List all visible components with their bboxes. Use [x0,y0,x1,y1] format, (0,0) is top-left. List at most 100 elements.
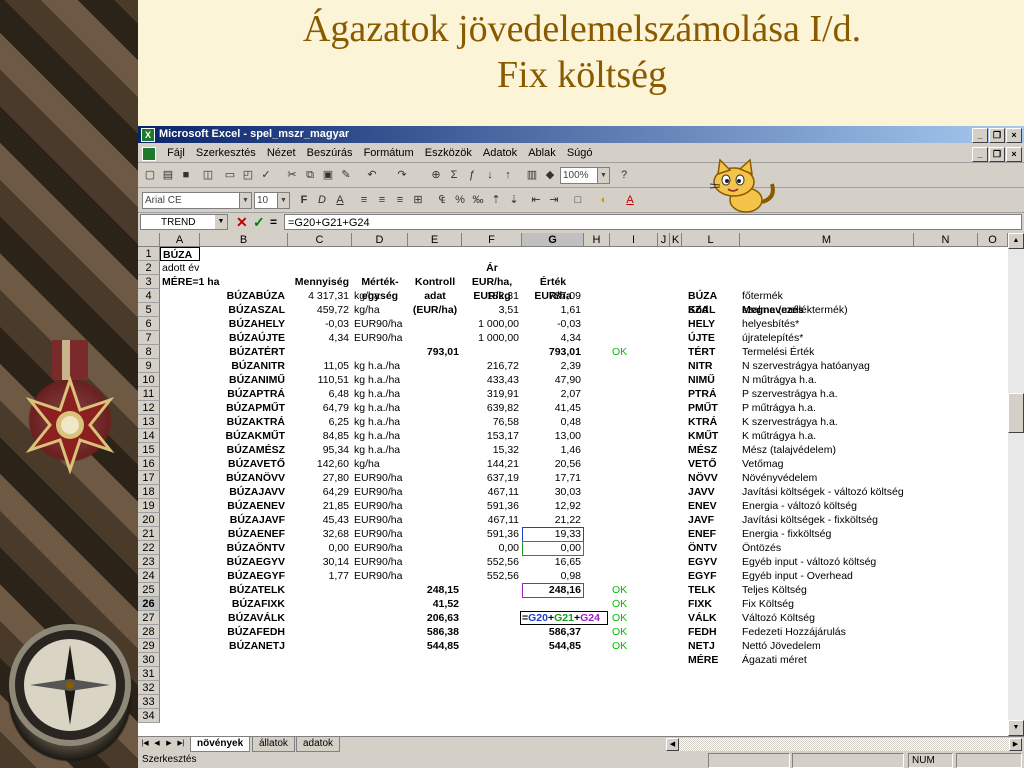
cell-c[interactable]: 1,77 [288,569,352,583]
last-sheet-icon[interactable]: ▶| [176,738,186,750]
cell-g[interactable]: -0,03 [522,317,584,331]
cell-m[interactable]: Javítási költségek - változó költség [740,485,914,499]
cell-m[interactable]: N műtrágya h.a. [740,373,914,387]
cell-d[interactable]: EUR90/ha [352,471,408,485]
cell-f[interactable]: 467,11 [462,513,522,527]
currency-icon[interactable]: ₠ [434,192,450,208]
align-left-icon[interactable]: ≡ [356,192,372,208]
cell-i[interactable]: OK [610,583,658,597]
col-header-b[interactable]: B [200,233,288,247]
thousands-icon[interactable]: ‰ [470,192,486,208]
cell-l[interactable]: PTRÁ [686,387,740,401]
cell-f[interactable]: 591,36 [462,527,522,541]
cell-m[interactable]: helyesbítés* [740,317,914,331]
row-header[interactable]: 32 [138,681,160,695]
cell-c[interactable]: 4,34 [288,331,352,345]
cell-d[interactable] [352,653,408,667]
cell-l[interactable]: ENEV [686,499,740,513]
save-icon[interactable]: ■ [178,167,194,183]
cell-g[interactable]: 12,92 [522,499,584,513]
cell-g[interactable]: 1,46 [522,443,584,457]
cell-d[interactable]: EUR90/ha [352,331,408,345]
close-button[interactable]: × [1006,128,1022,143]
cell-i[interactable] [610,289,658,303]
cell-g[interactable]: 13,00 [522,429,584,443]
chart-wizard-icon[interactable]: ▥ [524,167,540,183]
cell-b[interactable]: BÚZANÖVV [200,471,288,485]
row-header[interactable]: 22 [138,541,160,555]
cell-m[interactable]: Mész (talajvédelem) [740,443,914,457]
cell-d[interactable]: kg h.a./ha [352,373,408,387]
cell-i[interactable] [610,555,658,569]
cell-c[interactable]: 459,72 [288,303,352,317]
menu-edit[interactable]: Szerkesztés [192,144,260,162]
borders-icon[interactable]: □ [570,192,586,208]
cell-e[interactable] [408,457,462,471]
font-select[interactable]: Arial CE ▼ [142,192,252,209]
cell-c[interactable]: 21,85 [288,499,352,513]
scroll-up-icon[interactable]: ▲ [1008,233,1024,249]
cell-g[interactable]: 4,34 [522,331,584,345]
row-header[interactable]: 28 [138,625,160,639]
scroll-right-icon[interactable]: ▶ [1009,738,1022,751]
cell-m[interactable]: Változó Költség [740,611,914,625]
cell-b[interactable]: BÚZAEGYF [200,569,288,583]
paste-icon[interactable]: ▣ [320,167,336,183]
cell-d[interactable] [352,597,408,611]
row-header[interactable]: 20 [138,513,160,527]
menu-data[interactable]: Adatok [479,144,521,162]
cell-b[interactable]: BÚZAFIXK [200,597,288,611]
minimize-button[interactable]: _ [972,128,988,143]
cell-c[interactable] [288,625,352,639]
cell-i[interactable] [610,527,658,541]
cell-e[interactable] [408,429,462,443]
cell-i[interactable]: OK [610,611,658,625]
cell-c[interactable]: 4 317,31 [288,289,352,303]
increase-indent-icon[interactable]: ⇥ [546,192,562,208]
cell-f[interactable]: 153,17 [462,429,522,443]
cell-b[interactable]: BÚZAJAVV [200,485,288,499]
print-preview-icon[interactable]: ◰ [240,167,256,183]
cell-f[interactable]: 639,82 [462,401,522,415]
cell-d[interactable]: kg/ha [352,289,408,303]
name-box[interactable]: TREND ▼ [140,214,228,230]
cell-i[interactable]: OK [610,345,658,359]
function-equals-icon[interactable]: = [270,213,277,231]
cell-g[interactable]: 544,85 [522,639,584,653]
cell-l[interactable]: SZAL [686,303,740,317]
cell-c[interactable]: 0,00 [288,541,352,555]
cell-f[interactable]: 0,00 [462,541,522,555]
doc-minimize-button[interactable]: _ [972,147,988,162]
cell-e[interactable] [408,555,462,569]
italic-icon[interactable]: D [314,192,330,208]
menu-view[interactable]: Nézet [263,144,300,162]
cell-b[interactable]: BÚZAÖNTV [200,541,288,555]
cell-e[interactable] [408,401,462,415]
row-header[interactable]: 24 [138,569,160,583]
cell-f[interactable]: 1 000,00 [462,331,522,345]
function-icon[interactable]: ƒ [464,167,480,183]
cell-e[interactable] [408,303,462,317]
menu-insert[interactable]: Beszúrás [303,144,357,162]
cell-b[interactable]: BÚZAPMŰT [200,401,288,415]
cell-c[interactable] [288,597,352,611]
cell-g[interactable]: 793,01 [522,345,584,359]
cell-m[interactable]: Öntözés [740,541,914,555]
row-header[interactable]: 17 [138,471,160,485]
cell-c[interactable]: 142,60 [288,457,352,471]
row-header[interactable]: 29 [138,639,160,653]
row-header[interactable]: 16 [138,457,160,471]
cell-l[interactable]: FEDH [686,625,740,639]
cell-d[interactable] [352,639,408,653]
cell-l[interactable]: NETJ [686,639,740,653]
cell-e[interactable] [408,541,462,555]
cell-c[interactable]: 27,80 [288,471,352,485]
document-icon[interactable] [142,147,156,161]
cell-g[interactable]: 2,07 [522,387,584,401]
cell-f[interactable] [462,583,522,597]
cell-e[interactable] [408,569,462,583]
cell-f[interactable] [462,653,522,667]
col-header-n[interactable]: N [914,233,978,247]
cell-b[interactable] [200,653,288,667]
cell-g[interactable]: 16,65 [522,555,584,569]
